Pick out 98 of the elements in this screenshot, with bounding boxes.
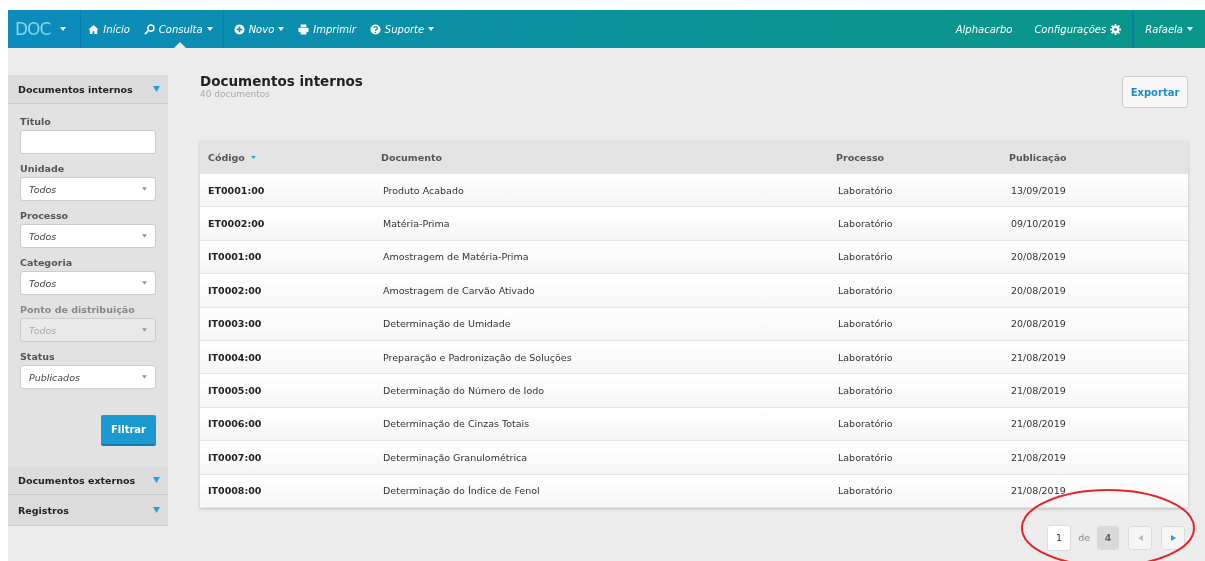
table-cell: ET0002:00 <box>208 218 265 230</box>
dropdown-field[interactable]: Todos <box>20 177 156 201</box>
table-row[interactable]: IT0003:00 Determinação de Umidade Laboratório 20/08/2019 <box>200 307 1188 341</box>
table-row[interactable]: IT0005:00 Determinação do Número de Iodo Laboratório 21/08/2019 <box>200 374 1188 408</box>
nav-item[interactable]: Alphacarbo <box>944 10 1024 48</box>
plus-circle-icon <box>233 23 245 35</box>
table-cell: Determinação de Cinzas Totais <box>383 418 530 430</box>
field-label: Ponto de distribuição <box>20 304 136 315</box>
dropdown-field[interactable]: Todos <box>20 271 156 295</box>
table-cell: Determinação do Índice de Fenol <box>383 485 540 497</box>
table-row[interactable]: IT0007:00 Determinação Granulométrica Laboratório 21/08/2019 <box>200 441 1188 475</box>
table-cell: 21/08/2019 <box>1011 418 1066 430</box>
sidebar-section-header[interactable]: Documentos externos <box>8 466 168 495</box>
table-row[interactable]: ET0002:00 Matéria-Prima Laboratório 09/10/2019 <box>200 207 1188 241</box>
input-field[interactable] <box>20 130 156 154</box>
table-row[interactable]: IT0006:00 Determinação de Cinzas Totais Laboratório 21/08/2019 <box>200 407 1188 442</box>
table-cell: Amostragem de Carvão Ativado <box>383 284 535 296</box>
table-cell: 21/08/2019 <box>1011 351 1066 363</box>
total-pages: 4 <box>1097 525 1119 550</box>
table-cell: IT0006:00 <box>208 418 262 430</box>
next-page-button[interactable] <box>1161 525 1185 550</box>
column-header[interactable]: Publicação <box>1009 151 1067 163</box>
caret-icon <box>142 234 147 238</box>
table-cell: Laboratório <box>838 251 893 263</box>
table-cell: Laboratório <box>838 351 893 363</box>
table-cell: 09/10/2019 <box>1011 218 1066 230</box>
table-cell: IT0002:00 <box>208 284 262 296</box>
page-number-field[interactable]: 1 <box>1047 524 1072 551</box>
field-label: Unidade <box>20 163 66 174</box>
field-label: Processo <box>20 210 70 221</box>
table-cell: 20/08/2019 <box>1011 251 1066 263</box>
table-cell: 21/08/2019 <box>1011 385 1066 397</box>
field-label: Status <box>20 351 56 362</box>
left-arrow-icon <box>1137 534 1143 541</box>
caret-icon <box>153 477 160 483</box>
field-label: Categoria <box>20 257 74 268</box>
table-cell: Laboratório <box>838 418 893 430</box>
field-label: Titulo <box>20 116 52 127</box>
table-cell: Determinação do Número de Iodo <box>383 385 545 397</box>
caret-icon <box>142 281 147 285</box>
table-cell: IT0008:00 <box>208 485 262 497</box>
caret-icon <box>142 187 147 191</box>
table-cell: Matéria-Prima <box>383 218 450 230</box>
nav-item[interactable]: Imprimir <box>291 10 363 48</box>
sort-caret-icon <box>250 155 256 159</box>
caret-icon <box>153 86 160 92</box>
table-cell: 21/08/2019 <box>1011 451 1066 463</box>
nav-item[interactable]: Início <box>81 10 137 48</box>
nav-item[interactable]: Suporte <box>362 10 442 48</box>
table-row[interactable]: IT0004:00 Preparação e Padronização de Soluções Laboratório 21/08/2019 <box>200 340 1188 375</box>
column-header[interactable]: Documento <box>381 151 442 163</box>
table-cell: Laboratório <box>838 451 893 463</box>
nav-item[interactable]: Novo <box>223 10 292 48</box>
caret-icon <box>60 27 67 31</box>
table-cell: 20/08/2019 <box>1011 318 1066 330</box>
table-cell: Laboratório <box>838 218 893 230</box>
page-separator: de <box>1078 532 1090 544</box>
table-cell: Laboratório <box>838 284 893 296</box>
document-count: 40 documentos <box>200 89 271 99</box>
table-cell: ET0001:00 <box>208 184 265 196</box>
table-cell: Determinação Granulométrica <box>383 451 528 463</box>
table-cell: Determinação de Umidade <box>383 318 511 330</box>
sidebar-section-header[interactable]: Documentos internos <box>8 75 168 104</box>
table-cell: IT0004:00 <box>208 351 262 363</box>
search-icon <box>143 23 155 35</box>
table-cell: Laboratório <box>838 184 893 196</box>
table-cell: 13/09/2019 <box>1011 184 1066 196</box>
table-cell: IT0007:00 <box>208 451 262 463</box>
printer-icon <box>298 23 310 35</box>
caret-icon <box>142 375 147 379</box>
settings-icon <box>1110 23 1122 35</box>
column-header[interactable]: Código <box>208 151 256 163</box>
table-row[interactable]: IT0008:00 Determinação do Índice de Fenol Laboratório 21/08/2019 <box>200 474 1188 508</box>
table-cell: IT0005:00 <box>208 385 262 397</box>
table-cell: Laboratório <box>838 485 893 497</box>
column-header[interactable]: Processo <box>836 151 885 163</box>
caret-icon <box>1187 27 1193 31</box>
table-cell: Preparação e Padronização de Soluções <box>383 351 572 363</box>
page-title: Documentos internos <box>200 73 363 89</box>
caret-icon <box>153 507 160 513</box>
table-cell: Laboratório <box>838 385 893 397</box>
caret-icon <box>142 328 147 332</box>
dropdown-field[interactable]: Todos <box>20 224 156 248</box>
help-icon <box>369 23 381 35</box>
table-row[interactable]: IT0002:00 Amostragem de Carvão Ativado Laboratório 20/08/2019 <box>200 274 1188 308</box>
sidebar-section-header[interactable]: Registros <box>8 495 168 526</box>
table-cell: Amostragem de Matéria-Prima <box>383 251 529 263</box>
table-cell: Laboratório <box>838 318 893 330</box>
table-row[interactable]: ET0001:00 Produto Acabado Laboratório 13/09/2019 <box>200 174 1188 208</box>
home-icon <box>88 23 100 35</box>
table-cell: IT0001:00 <box>208 251 262 263</box>
table-cell: Produto Acabado <box>383 184 464 196</box>
table-cell: 20/08/2019 <box>1011 284 1066 296</box>
table-cell: IT0003:00 <box>208 318 262 330</box>
dropdown-field[interactable]: Publicados <box>20 365 156 389</box>
right-arrow-icon <box>1170 534 1176 541</box>
table-cell: 21/08/2019 <box>1011 485 1066 497</box>
table-row[interactable]: IT0001:00 Amostragem de Matéria-Prima Laboratório 20/08/2019 <box>200 240 1188 275</box>
